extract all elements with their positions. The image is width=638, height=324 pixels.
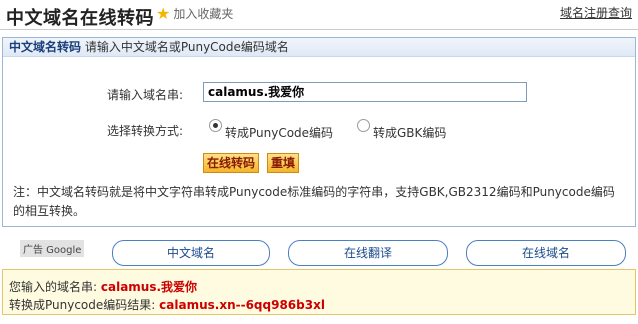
result-output-label: 转换成Punycode编码结果: [9,298,156,312]
mode-label: 选择转换方式: [107,124,184,138]
convert-button[interactable]: 在线转码 [203,153,260,173]
link-chinese-domain[interactable]: 中文域名 [112,240,270,266]
radio-gbk-dot[interactable] [357,119,370,132]
header-divider [0,29,638,30]
reset-button[interactable]: 重填 [267,153,300,173]
page-title: 中文域名在线转码 [6,8,154,29]
domain-input[interactable] [203,82,527,102]
result-output-line: 转换成Punycode编码结果: calamus.xn--6qq986b3xl [9,296,325,313]
panel-header-title: 中文域名转码 [9,40,82,54]
star-icon: ★ [156,3,171,23]
favorite-label: 加入收藏夹 [173,7,234,21]
google-ad-label[interactable]: 广告 Google [20,240,85,257]
domain-search-link[interactable]: 域名注册查询 [560,4,632,21]
domain-input-label: 请输入域名串: [107,88,184,102]
result-box: 您输入的域名串: calamus.我爱你 转换成Punycode编码结果: ca… [2,269,636,315]
link-online-domain[interactable]: 在线域名 [466,240,626,266]
link-online-translate[interactable]: 在线翻译 [288,240,448,266]
result-output-value: calamus.xn--6qq986b3xl [159,298,325,312]
panel-header-text: 请输入中文域名或PunyCode编码域名 [84,40,289,54]
add-favorite-link[interactable]: ★ 加入收藏夹 [156,5,233,22]
radio-punycode-dot[interactable] [209,119,222,132]
note-text: 注：中文域名转码就是将中文字符串转成Punycode标准编码的字符串，支持GBK… [13,185,615,218]
radio-gbk[interactable]: 转成GBK编码 [357,119,447,141]
result-input-label: 您输入的域名串: [9,280,98,294]
panel-header: 中文域名转码 请输入中文域名或PunyCode编码域名 [3,38,635,57]
radio-punycode-label: 转成PunyCode编码 [225,126,334,140]
result-input-value: calamus.我爱你 [100,280,198,294]
radio-gbk-label: 转成GBK编码 [373,126,447,140]
convert-panel: 中文域名转码 请输入中文域名或PunyCode编码域名 请输入域名串: 选择转换… [2,37,636,227]
result-input-line: 您输入的域名串: calamus.我爱你 [9,278,197,295]
radio-punycode[interactable]: 转成PunyCode编码 [209,119,334,141]
